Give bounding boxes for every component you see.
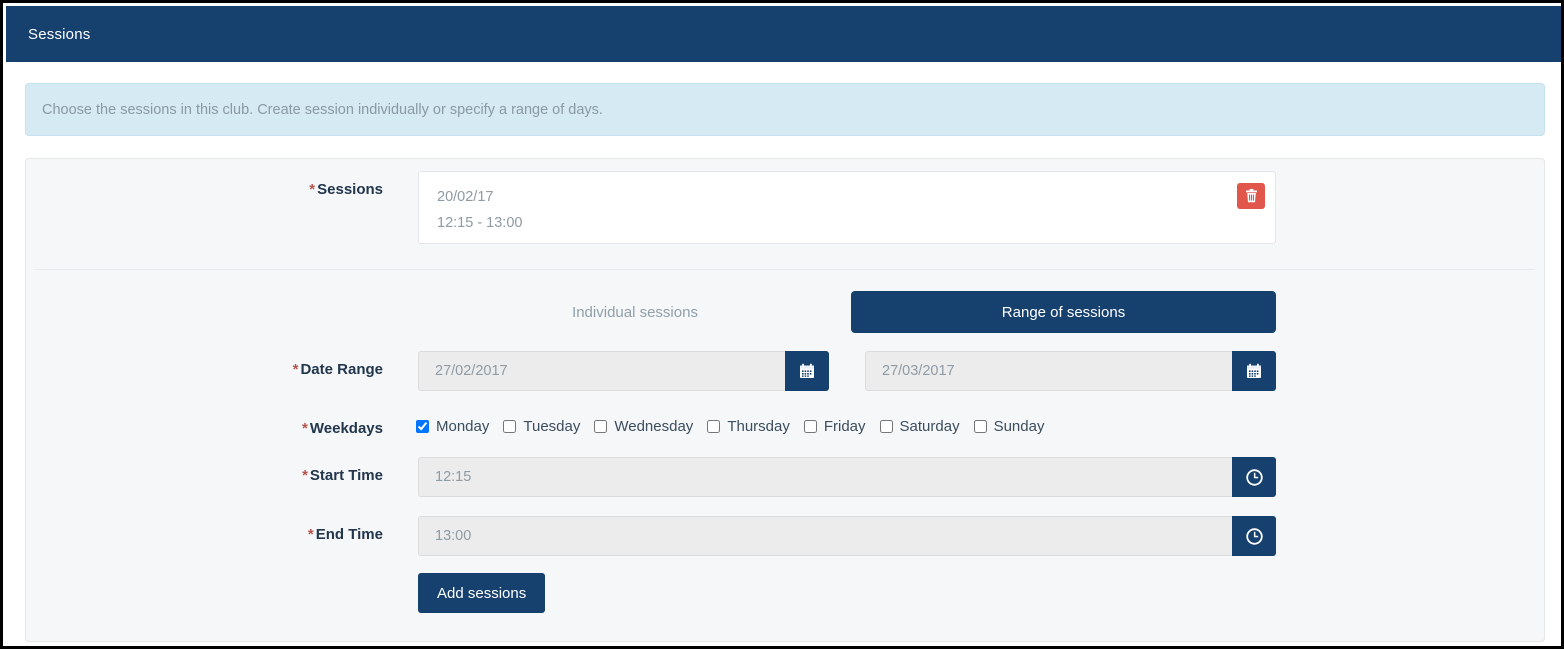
weekday-thursday[interactable]: Thursday bbox=[707, 418, 790, 435]
weekday-wednesday-label: Wednesday bbox=[614, 418, 694, 435]
calendar-icon bbox=[799, 363, 815, 379]
session-time: 12:15 - 13:00 bbox=[437, 215, 523, 231]
end-time-group bbox=[418, 516, 1276, 556]
date-range-end-input[interactable] bbox=[865, 351, 1232, 391]
weekday-monday-checkbox[interactable] bbox=[416, 420, 429, 433]
panel-header: Sessions bbox=[6, 6, 1561, 62]
date-range-end-calendar-button[interactable] bbox=[1232, 351, 1276, 391]
clock-icon bbox=[1245, 468, 1263, 486]
clock-icon bbox=[1245, 527, 1263, 545]
weekdays-label-text: Weekdays bbox=[309, 420, 383, 437]
weekday-wednesday[interactable]: Wednesday bbox=[594, 418, 693, 435]
end-time-label-text: End Time bbox=[315, 526, 383, 543]
required-asterisk: * bbox=[309, 181, 316, 198]
form-divider bbox=[35, 269, 1535, 270]
weekday-friday-label: Friday bbox=[823, 418, 866, 435]
date-range-end-group bbox=[865, 351, 1276, 391]
date-range-label-text: Date Range bbox=[300, 361, 383, 378]
end-time-label: * End Time bbox=[203, 526, 383, 543]
weekday-sunday-checkbox[interactable] bbox=[973, 420, 987, 433]
date-range-start-calendar-button[interactable] bbox=[785, 351, 829, 391]
weekday-friday[interactable]: Friday bbox=[803, 418, 866, 435]
weekdays-label: * Weekdays bbox=[203, 420, 383, 437]
required-asterisk: * bbox=[302, 420, 308, 437]
start-time-clock-button[interactable] bbox=[1232, 457, 1276, 497]
date-range-start-input[interactable] bbox=[418, 351, 785, 391]
add-sessions-button[interactable]: Add sessions bbox=[418, 573, 546, 613]
tab-range-of-sessions[interactable]: Range of sessions bbox=[851, 291, 1276, 333]
start-time-label-text: Start Time bbox=[309, 467, 383, 484]
weekday-wednesday-checkbox[interactable] bbox=[594, 420, 608, 433]
tab-individual-sessions[interactable]: Individual sessions bbox=[418, 291, 852, 333]
weekday-friday-checkbox[interactable] bbox=[803, 420, 817, 433]
trash-icon bbox=[1245, 189, 1258, 203]
date-range-start-group bbox=[418, 351, 829, 391]
sessions-label-text: Sessions bbox=[317, 181, 383, 198]
weekday-tuesday-checkbox[interactable] bbox=[503, 420, 517, 433]
start-time-input[interactable] bbox=[418, 457, 1232, 497]
date-range-label: * Date Range bbox=[203, 361, 383, 378]
app-window: Sessions Choose the sessions in this clu… bbox=[0, 0, 1564, 649]
info-alert-text: Choose the sessions in this club. Create… bbox=[42, 101, 603, 118]
session-date: 20/02/17 bbox=[437, 189, 494, 205]
info-alert: Choose the sessions in this club. Create… bbox=[25, 83, 1545, 136]
weekday-saturday[interactable]: Saturday bbox=[879, 418, 960, 435]
end-time-input[interactable] bbox=[418, 516, 1232, 556]
calendar-icon bbox=[1246, 363, 1262, 379]
weekday-thursday-label: Thursday bbox=[727, 418, 790, 435]
weekday-sunday[interactable]: Sunday bbox=[973, 418, 1045, 435]
list-item: 20/02/17 12:15 - 13:00 bbox=[437, 184, 522, 236]
weekday-tuesday-label: Tuesday bbox=[523, 418, 581, 435]
sessions-list: 20/02/17 12:15 - 13:00 bbox=[418, 171, 1276, 244]
weekday-saturday-label: Saturday bbox=[899, 418, 960, 435]
start-time-group bbox=[418, 457, 1276, 497]
page-title: Sessions bbox=[28, 25, 91, 43]
weekday-tuesday[interactable]: Tuesday bbox=[503, 418, 580, 435]
required-asterisk: * bbox=[307, 526, 314, 543]
tab-individual-sessions-label: Individual sessions bbox=[572, 303, 698, 321]
sessions-label: * Sessions bbox=[203, 181, 383, 198]
weekday-monday[interactable]: Monday bbox=[416, 418, 489, 435]
weekday-saturday-checkbox[interactable] bbox=[879, 420, 893, 433]
weekday-monday-label: Monday bbox=[436, 418, 490, 435]
weekday-sunday-label: Sunday bbox=[993, 418, 1045, 435]
required-asterisk: * bbox=[292, 361, 299, 378]
start-time-label: * Start Time bbox=[203, 467, 383, 484]
delete-session-button[interactable] bbox=[1237, 183, 1265, 209]
weekdays-checkbox-group: Monday Tuesday Wednesday Thursday Friday… bbox=[416, 418, 1058, 435]
weekday-thursday-checkbox[interactable] bbox=[707, 420, 721, 433]
required-asterisk: * bbox=[302, 467, 308, 484]
end-time-clock-button[interactable] bbox=[1232, 516, 1276, 556]
